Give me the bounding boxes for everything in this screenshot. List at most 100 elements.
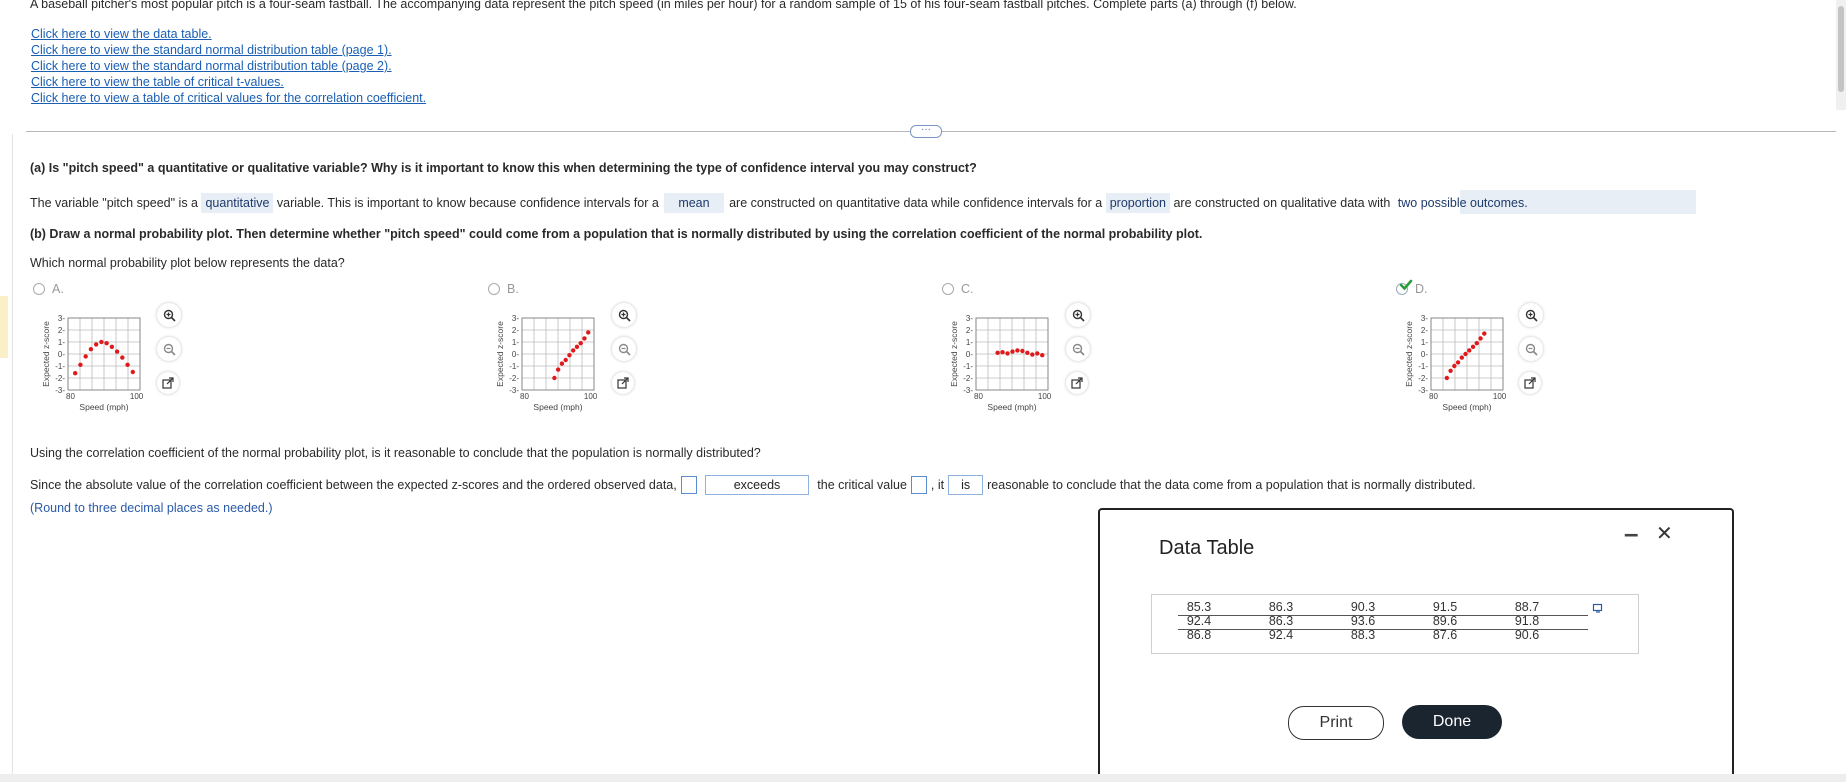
answer-is[interactable]: is [948, 475, 984, 495]
option-b-label: B. [507, 282, 519, 296]
y-tick-label: -2- [55, 374, 65, 383]
data-cell: 91.8 [1514, 614, 1540, 628]
left-gutter [12, 134, 13, 774]
plot-point [559, 361, 565, 366]
data-row: 86.8 92.4 88.3 87.6 90.6 [1178, 628, 1548, 642]
x-axis-label: Speed (mph) [987, 402, 1036, 412]
y-tick-label: -3- [509, 386, 519, 395]
scrollbar[interactable] [1836, 0, 1846, 110]
plot-point [1444, 375, 1450, 381]
checkmark-icon [1399, 279, 1413, 291]
plot-point [1005, 351, 1010, 356]
answer-proportion[interactable]: proportion [1105, 193, 1170, 213]
part-a-text3: are constructed on quantitative data whi… [729, 196, 1103, 210]
correlation-coefficient-input[interactable] [680, 476, 697, 494]
x-tick-label: 80 [66, 392, 75, 401]
data-table-dialog: Data Table – ✕ 85.3 86.3 90.3 91.5 88.7 92.4 8… [1098, 508, 1734, 779]
answer-two-outcomes[interactable]: two possible outcomes. [1394, 193, 1532, 213]
y-tick-label: 3- [58, 314, 65, 323]
x-axis-label: Speed (mph) [79, 402, 128, 412]
zoom-out-icon[interactable] [1066, 337, 1090, 361]
data-table: 85.3 86.3 90.3 91.5 88.7 92.4 86.3 93.6 89.6 91.8… [1178, 600, 1548, 642]
plot-point [1010, 349, 1015, 354]
external-link-icon[interactable] [1519, 372, 1541, 394]
part-a-answer-line: The variable "pitch speed" is a quantita… [30, 190, 1696, 214]
option-b-radio[interactable] [488, 283, 500, 295]
link-data-table[interactable]: Click here to view the data table. [31, 27, 426, 43]
data-cell: 88.3 [1350, 628, 1376, 642]
plot-point [1478, 336, 1483, 341]
answer-exceeds[interactable]: exceeds [704, 475, 810, 495]
x-tick-label: 100 [1493, 392, 1507, 401]
data-cell: 85.3 [1186, 600, 1212, 614]
plot-point [563, 357, 568, 363]
table-rule-1 [1178, 615, 1588, 616]
done-button[interactable]: Done [1402, 705, 1502, 739]
plot-point [555, 367, 561, 372]
table-rule-2 [1178, 629, 1588, 630]
plot-point [93, 342, 99, 347]
minimize-button[interactable]: – [1624, 518, 1638, 549]
x-tick-label: 80 [520, 392, 529, 401]
external-link-icon[interactable] [612, 372, 634, 394]
plot-point [78, 362, 83, 367]
x-axis-label: Speed (mph) [533, 402, 582, 412]
answer-quantitative[interactable]: quantitative [201, 193, 274, 213]
normal-probability-plot-d: Expected z-score 3- 2- 1- 0- -1- -2- -3-80 100Sp… [1404, 314, 1507, 412]
close-button[interactable]: ✕ [1656, 521, 1673, 546]
data-cell: 86.3 [1268, 614, 1294, 628]
y-axis-label: Expected z-score [1404, 321, 1414, 387]
x-tick-label: 80 [1429, 392, 1438, 401]
plot-point [99, 339, 104, 345]
plot-point [130, 369, 135, 375]
plot-point [88, 347, 94, 352]
link-t-values[interactable]: Click here to view the table of critical… [31, 75, 426, 91]
answer-mean[interactable]: mean [664, 193, 724, 213]
y-tick-label: -2- [509, 374, 519, 383]
correlation-text4: reasonable to conclude that the data com… [987, 478, 1476, 492]
y-tick-label: 1- [1421, 338, 1428, 347]
data-cell: 87.6 [1432, 628, 1458, 642]
expand-divider-button[interactable]: ··· [910, 125, 942, 138]
option-a-radio[interactable] [33, 283, 45, 295]
plot-point [1000, 350, 1005, 355]
zoom-out-icon[interactable] [157, 337, 181, 361]
link-normal-table-page2[interactable]: Click here to view the standard normal d… [31, 59, 426, 75]
zoom-in-icon[interactable] [1519, 303, 1543, 327]
data-cell: 86.3 [1268, 600, 1294, 614]
plot-a: Expected z-score 3- 2- 1- 0- -1- -2- -3- 80 100 Sp… [40, 310, 160, 428]
zoom-in-icon[interactable] [1066, 303, 1090, 327]
plot-d: Expected z-score 3- 2- 1- 0- -1- -2- -3- 80 100 Sp… [1403, 310, 1523, 428]
option-c-radio[interactable] [942, 283, 954, 295]
external-link-icon[interactable] [157, 372, 179, 394]
zoom-in-icon[interactable] [157, 303, 181, 327]
correlation-text3: , it [930, 478, 945, 492]
part-b-which: Which normal probability plot below repr… [30, 256, 345, 270]
zoom-out-icon[interactable] [612, 337, 636, 361]
y-tick-label: 0- [512, 350, 519, 359]
plot-b: Expected z-score 3- 2- 1- 0- -1- -2- -3- 80 100 Sp… [494, 310, 614, 428]
scrollbar-thumb[interactable] [1838, 6, 1844, 92]
critical-value-input[interactable] [910, 476, 927, 494]
plot-c: Expected z-score 3- 2- 1- 0- -1- -2- -3- 80 100 Sp… [948, 310, 1068, 428]
y-axis-label: Expected z-score [949, 321, 959, 387]
plot-point [83, 354, 88, 359]
y-tick-label: -1- [963, 362, 973, 371]
plot-point [120, 355, 125, 360]
y-tick-label: -3- [963, 386, 973, 395]
x-tick-label: 100 [130, 392, 144, 401]
copy-icon[interactable] [1592, 602, 1604, 614]
external-link-icon[interactable] [1066, 372, 1088, 394]
plot-point [1448, 368, 1453, 373]
correlation-text1: Since the absolute value of the correlat… [30, 478, 677, 492]
plot-point [578, 341, 583, 346]
y-tick-label: -2- [963, 374, 973, 383]
link-normal-table-page1[interactable]: Click here to view the standard normal d… [31, 43, 426, 59]
link-correlation-values[interactable]: Click here to view a table of critical v… [31, 91, 426, 107]
print-button[interactable]: Print [1288, 706, 1384, 740]
plot-point [1482, 331, 1487, 336]
plot-point [1474, 341, 1479, 346]
part-a-question: (a) Is "pitch speed" a quantitative or q… [30, 161, 977, 175]
zoom-in-icon[interactable] [612, 303, 636, 327]
zoom-out-icon[interactable] [1519, 337, 1543, 361]
